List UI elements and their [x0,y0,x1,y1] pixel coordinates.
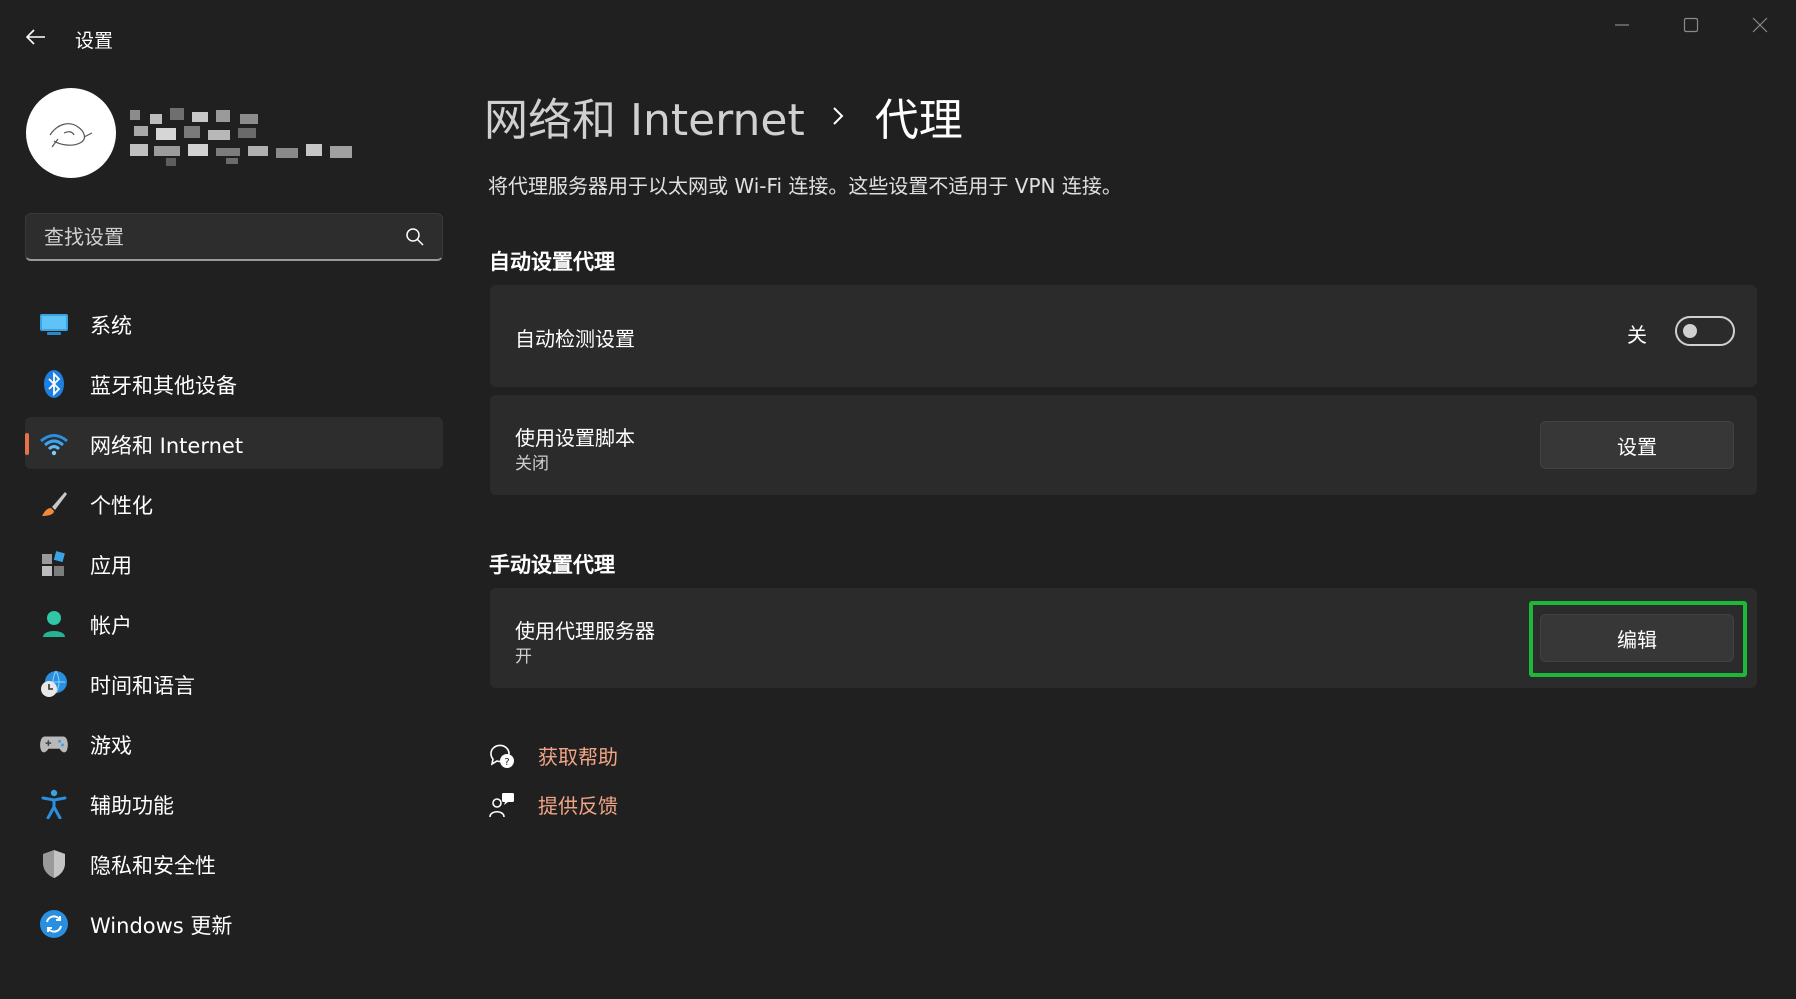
setup-script-card: 使用设置脚本 关闭 设置 [490,395,1757,495]
paintbrush-icon [39,489,69,519]
sidebar-item-label: 隐私和安全性 [90,854,216,878]
bluetooth-icon [39,369,69,399]
minimize-icon [1615,24,1629,26]
close-icon [1752,17,1768,33]
back-button[interactable] [18,22,54,52]
sidebar-item-network[interactable]: 网络和 Internet [25,417,443,469]
breadcrumb-parent[interactable]: 网络和 Internet [484,84,805,148]
maximize-icon [1683,17,1699,33]
sidebar-item-gaming[interactable]: 游戏 [25,717,443,769]
accessibility-icon [39,789,69,819]
sidebar-item-label: 帐户 [90,614,132,638]
app-title: 设置 [75,30,114,52]
setup-script-button[interactable]: 设置 [1540,421,1734,469]
sidebar-item-label: 时间和语言 [90,674,195,698]
help-chat-icon: ? [488,742,516,770]
sidebar-item-label: 应用 [90,554,132,578]
sidebar-item-windows-update[interactable]: Windows 更新 [25,897,443,949]
globe-clock-icon [39,669,69,699]
sidebar-item-system[interactable]: 系统 [25,297,443,349]
wifi-icon [39,429,69,459]
sidebar-item-label: 网络和 Internet [90,434,244,458]
sidebar-item-accounts[interactable]: 帐户 [25,597,443,649]
sidebar-item-accessibility[interactable]: 辅助功能 [25,777,443,829]
selected-indicator [25,433,29,455]
shield-icon [39,849,69,879]
system-monitor-icon [39,309,69,339]
back-arrow-icon [26,29,45,45]
search-box[interactable] [25,213,443,261]
feedback-icon [488,791,516,819]
sidebar-item-label: 蓝牙和其他设备 [90,374,237,398]
auto-detect-state: 关 [1627,323,1647,347]
page-description: 将代理服务器用于以太网或 Wi-Fi 连接。这些设置不适用于 VPN 连接。 [488,174,1122,198]
setup-script-label: 使用设置脚本 [515,426,635,450]
auto-detect-label: 自动检测设置 [515,327,635,351]
highlight-box [1529,601,1747,677]
apps-icon [39,549,69,579]
sidebar-item-label: 游戏 [90,734,132,758]
sidebar-item-apps[interactable]: 应用 [25,537,443,589]
maximize-button[interactable] [1666,10,1716,40]
search-icon[interactable] [404,226,426,248]
auto-detect-card: 自动检测设置 关 [490,285,1757,387]
sidebar-item-time-language[interactable]: 时间和语言 [25,657,443,709]
page-title: 代理 [874,95,963,146]
auto-detect-toggle[interactable] [1675,316,1735,346]
sidebar-item-personalization[interactable]: 个性化 [25,477,443,529]
avatar-sketch-icon [49,123,93,148]
auto-proxy-section-title: 自动设置代理 [489,250,615,274]
get-help-text[interactable]: 获取帮助 [538,741,618,770]
avatar[interactable] [26,88,116,178]
manual-proxy-section-title: 手动设置代理 [489,553,615,577]
gamepad-icon [39,729,69,759]
search-input[interactable] [42,214,386,260]
use-proxy-label: 使用代理服务器 [515,619,655,643]
user-info-pixelated [130,108,355,166]
sidebar-item-bluetooth[interactable]: 蓝牙和其他设备 [25,357,443,409]
update-icon [39,909,69,939]
close-button[interactable] [1735,10,1785,40]
sidebar-item-label: 个性化 [90,494,153,518]
sidebar-item-privacy[interactable]: 隐私和安全性 [25,837,443,889]
setup-script-status: 关闭 [515,454,549,474]
get-help-link[interactable]: ? 获取帮助 [488,741,618,770]
sidebar-item-label: Windows 更新 [90,914,233,938]
give-feedback-link[interactable]: 提供反馈 [488,790,618,819]
minimize-button[interactable] [1597,10,1647,40]
toggle-knob [1683,324,1697,338]
person-icon [39,609,69,639]
sidebar-item-label: 辅助功能 [90,794,174,818]
use-proxy-status: 开 [515,647,532,667]
give-feedback-text[interactable]: 提供反馈 [538,790,618,819]
sidebar-item-label: 系统 [90,314,132,338]
chevron-right-icon [831,105,845,127]
svg-text:?: ? [504,757,509,768]
breadcrumb: 网络和 Internet 代理 [484,84,963,148]
